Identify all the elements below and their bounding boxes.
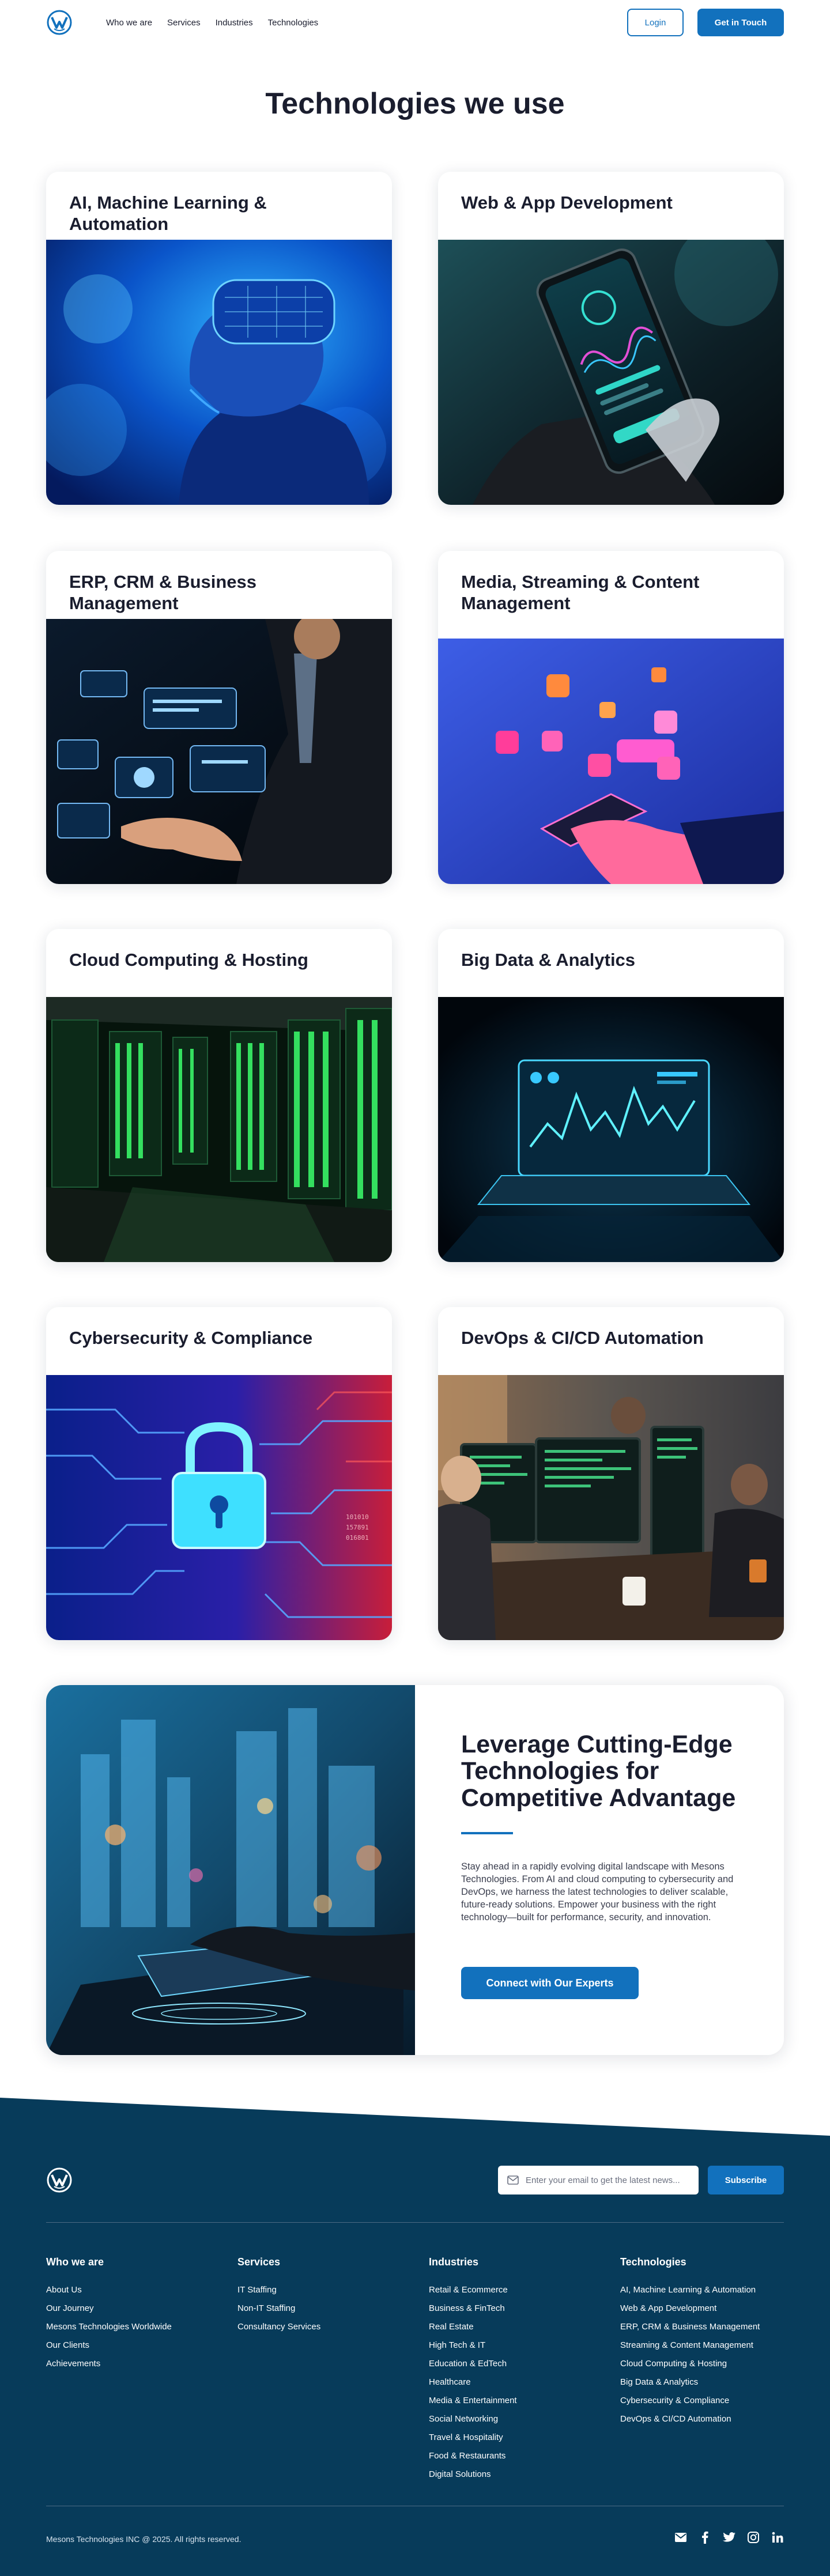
card-title: ERP, CRM & Business Management <box>69 572 257 613</box>
footer-link[interactable]: Healthcare <box>429 2373 613 2392</box>
leverage-title: Leverage Cutting-Edge Technologies for C… <box>461 1731 736 1812</box>
footer-link[interactable]: DevOps & CI/CD Automation <box>620 2410 784 2428</box>
tech-card-devops[interactable]: DevOps & CI/CD Automation <box>438 1307 784 1640</box>
header-actions: Login Get in Touch <box>627 9 784 36</box>
connect-experts-button[interactable]: Connect with Our Experts <box>461 1967 639 1999</box>
datacenter-image <box>46 997 392 1262</box>
footer-link[interactable]: Social Networking <box>429 2410 613 2428</box>
login-button[interactable]: Login <box>627 9 684 36</box>
ai-vr-image <box>46 240 392 505</box>
footer-col-heading: Who we are <box>46 2256 104 2268</box>
erp-business-image <box>46 619 392 884</box>
footer-link[interactable]: Retail & Ecommerce <box>429 2281 613 2299</box>
footer-divider-top <box>46 2222 784 2223</box>
card-title: DevOps & CI/CD Automation <box>461 1328 704 1348</box>
footer-link[interactable]: Mesons Technologies Worldwide <box>46 2318 231 2336</box>
newsletter-form: Enter your email to get the latest news.… <box>498 2166 784 2194</box>
nav-industries[interactable]: Industries <box>216 18 253 28</box>
devops-team-image <box>438 1375 784 1640</box>
get-in-touch-button[interactable]: Get in Touch <box>697 9 784 36</box>
nav-technologies[interactable]: Technologies <box>268 18 319 28</box>
title-underline <box>461 1832 513 1835</box>
instagram-icon[interactable] <box>747 2531 760 2544</box>
footer-col-heading: Services <box>237 2256 281 2268</box>
footer-link[interactable]: Real Estate <box>429 2318 613 2336</box>
footer-link[interactable]: Travel & Hospitality <box>429 2428 613 2447</box>
footer-link[interactable]: Business & FinTech <box>429 2299 613 2318</box>
card-title: Web & App Development <box>461 192 673 213</box>
footer-link[interactable]: Cybersecurity & Compliance <box>620 2392 784 2410</box>
card-title: Cybersecurity & Compliance <box>69 1328 313 1348</box>
card-title: Big Data & Analytics <box>461 950 636 970</box>
tech-card-ai[interactable]: AI, Machine Learning & Automation <box>46 172 392 505</box>
footer-col-industries: Industries Retail & Ecommerce Business &… <box>429 2256 613 2484</box>
card-title: AI, Machine Learning & Automation <box>69 192 267 234</box>
nav-services[interactable]: Services <box>167 18 201 28</box>
card-title: Media, Streaming & Content Management <box>461 572 700 613</box>
footer-link[interactable]: Our Clients <box>46 2336 231 2355</box>
copyright-text: Mesons Technologies INC @ 2025. All righ… <box>46 2535 242 2544</box>
tech-card-media-streaming[interactable]: Media, Streaming & Content Management <box>438 551 784 884</box>
newsletter-placeholder: Enter your email to get the latest news.… <box>526 2175 680 2185</box>
footer-link[interactable]: Our Journey <box>46 2299 231 2318</box>
tech-card-cybersecurity[interactable]: Cybersecurity & Compliance 101010 157891 0… <box>46 1307 392 1640</box>
footer-link[interactable]: Media & Entertainment <box>429 2392 613 2410</box>
leverage-content: Leverage Cutting-Edge Technologies for C… <box>461 1731 749 1999</box>
tech-city-image <box>46 1685 415 2055</box>
footer-logo[interactable] <box>46 2167 73 2193</box>
footer-col-heading: Industries <box>429 2256 479 2268</box>
footer-link[interactable]: AI, Machine Learning & Automation <box>620 2281 784 2299</box>
footer-link[interactable]: Non-IT Staffing <box>237 2299 422 2318</box>
footer-col-heading: Technologies <box>620 2256 686 2268</box>
twitter-icon[interactable] <box>723 2531 735 2544</box>
footer-link[interactable]: Cloud Computing & Hosting <box>620 2355 784 2373</box>
footer-link[interactable]: Web & App Development <box>620 2299 784 2318</box>
footer-link[interactable]: Streaming & Content Management <box>620 2336 784 2355</box>
analytics-laptop-image <box>438 997 784 1262</box>
svg-text:101010: 101010 <box>346 1513 369 1521</box>
facebook-icon[interactable] <box>699 2531 711 2544</box>
leverage-section: Leverage Cutting-Edge Technologies for C… <box>46 1685 784 2055</box>
footer-link[interactable]: Consultancy Services <box>237 2318 422 2336</box>
leverage-description: Stay ahead in a rapidly evolving digital… <box>461 1861 734 1923</box>
cyber-lock-image: 101010 157891 016801 <box>46 1375 392 1640</box>
footer-link[interactable]: Education & EdTech <box>429 2355 613 2373</box>
site-header: Who we are Services Industries Technolog… <box>0 0 830 45</box>
footer-col-services: Services IT Staffing Non-IT Staffing Con… <box>237 2256 422 2336</box>
footer-link[interactable]: High Tech & IT <box>429 2336 613 2355</box>
newsletter-email-input[interactable]: Enter your email to get the latest news.… <box>498 2166 699 2194</box>
footer-link[interactable]: Digital Solutions <box>429 2465 613 2484</box>
tech-card-web-app[interactable]: Web & App Development <box>438 172 784 505</box>
tech-card-erp-crm[interactable]: ERP, CRM & Business Management <box>46 551 392 884</box>
card-title: Cloud Computing & Hosting <box>69 950 308 970</box>
social-links <box>674 2531 784 2544</box>
nav-who-we-are[interactable]: Who we are <box>106 18 152 28</box>
svg-text:016801: 016801 <box>346 1534 369 1542</box>
linkedin-icon[interactable] <box>771 2531 784 2544</box>
mobile-app-image <box>438 240 784 505</box>
footer-link[interactable]: IT Staffing <box>237 2281 422 2299</box>
svg-text:157891: 157891 <box>346 1524 369 1531</box>
page-title: Technologies we use <box>265 87 565 120</box>
footer-link[interactable]: Big Data & Analytics <box>620 2373 784 2392</box>
mesons-logo[interactable] <box>46 9 73 36</box>
footer-col-who-we-are: Who we are About Us Our Journey Mesons T… <box>46 2256 231 2373</box>
footer-link[interactable]: ERP, CRM & Business Management <box>620 2318 784 2336</box>
tech-card-cloud[interactable]: Cloud Computing & Hosting <box>46 929 392 1262</box>
tech-card-big-data[interactable]: Big Data & Analytics <box>438 929 784 1262</box>
footer-link[interactable]: Achievements <box>46 2355 231 2373</box>
media-streaming-image <box>438 639 784 884</box>
mail-icon <box>507 2175 519 2185</box>
main-nav: Who we are Services Industries Technolog… <box>106 18 318 28</box>
subscribe-button[interactable]: Subscribe <box>708 2166 784 2194</box>
footer-col-technologies: Technologies AI, Machine Learning & Auto… <box>620 2256 784 2428</box>
mail-icon[interactable] <box>674 2531 687 2544</box>
footer-link[interactable]: Food & Restaurants <box>429 2447 613 2465</box>
footer-link[interactable]: About Us <box>46 2281 231 2299</box>
